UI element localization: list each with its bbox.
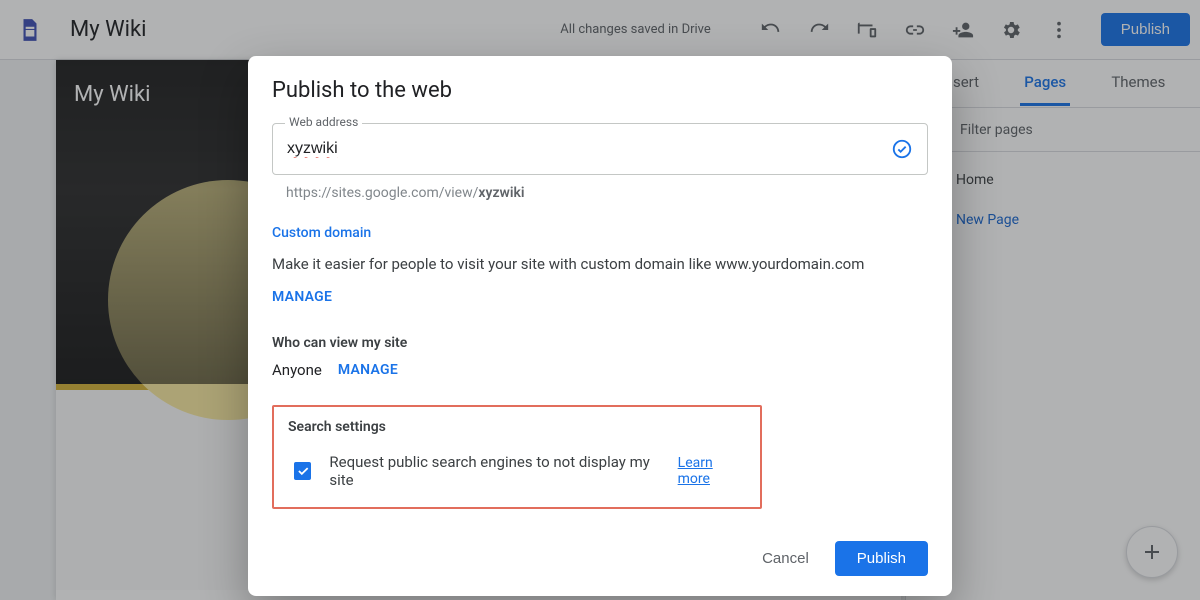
search-settings-title: Search settings	[288, 419, 746, 435]
who-can-view-title: Who can view my site	[272, 335, 928, 351]
custom-domain-link[interactable]: Custom domain	[272, 225, 928, 241]
noindex-checkbox-label: Request public search engines to not dis…	[329, 453, 665, 489]
who-can-view-manage[interactable]: MANAGE	[338, 362, 398, 378]
noindex-checkbox[interactable]	[294, 462, 311, 480]
check-circle-icon	[891, 138, 913, 160]
custom-domain-manage[interactable]: MANAGE	[272, 289, 332, 305]
search-settings-section: Search settings Request public search en…	[272, 405, 762, 509]
publish-dialog: Publish to the web Web address https://s…	[248, 56, 952, 596]
search-learn-more-link[interactable]: Learn more	[678, 455, 746, 487]
address-valid-indicator	[891, 138, 913, 160]
dialog-actions: Cancel Publish	[272, 541, 928, 576]
dialog-title: Publish to the web	[272, 78, 928, 103]
publish-button[interactable]: Publish	[835, 541, 928, 576]
web-address-label: Web address	[285, 115, 362, 129]
checkmark-icon	[296, 464, 310, 478]
web-address-input[interactable]	[287, 140, 891, 158]
who-can-view-value: Anyone	[272, 361, 322, 379]
web-address-preview: https://sites.google.com/view/xyzwiki	[272, 185, 928, 201]
cancel-button[interactable]: Cancel	[754, 541, 817, 576]
web-address-field[interactable]: Web address	[272, 123, 928, 175]
custom-domain-desc: Make it easier for people to visit your …	[272, 255, 864, 273]
